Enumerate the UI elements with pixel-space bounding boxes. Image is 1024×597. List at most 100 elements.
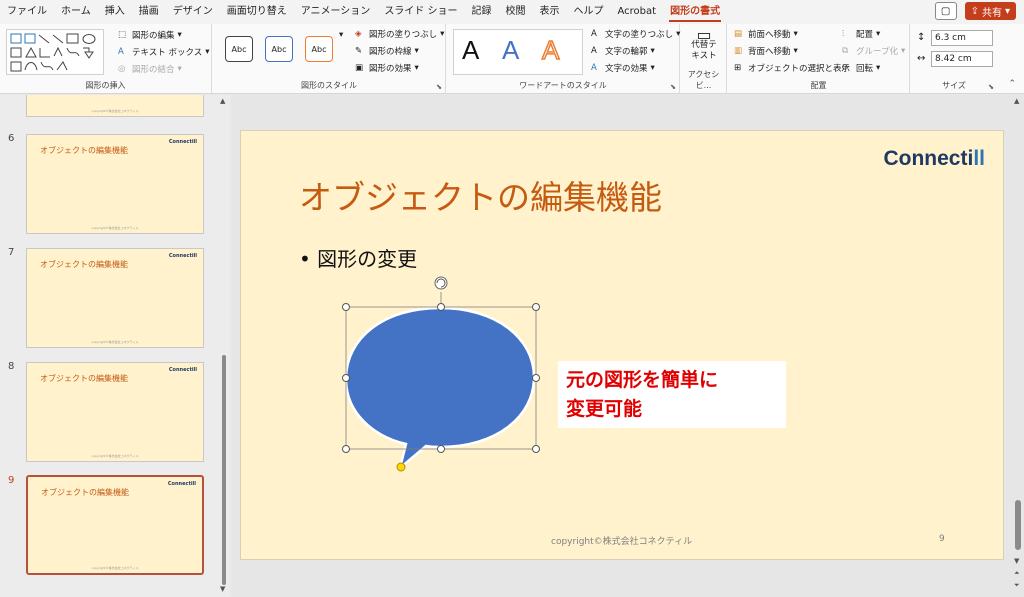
wordart-gallery[interactable]: A A A xyxy=(453,29,583,75)
bring-forward-button[interactable]: ▤ 前面へ移動 ▾ xyxy=(734,28,798,41)
wordart-style-2[interactable]: A xyxy=(502,35,519,66)
ribbon: ⬚ 図形の編集 ▾ A テキスト ボックス ▾ ◎ 図形の結合 ▾ 図形の挿入 … xyxy=(0,24,1024,94)
scrollbar-thumb[interactable] xyxy=(222,355,226,585)
text-box-label: テキスト ボックス xyxy=(132,48,203,58)
edit-shape-icon: ⬚ xyxy=(118,29,127,40)
scroll-up-icon[interactable]: ▲ xyxy=(1014,97,1019,105)
shape-gallery[interactable] xyxy=(6,29,104,75)
alt-text-button[interactable]: ▭ 代替テ キスト xyxy=(689,27,719,62)
slide-thumbnail-5[interactable]: copyright©株式会社コネクティル xyxy=(26,95,204,117)
tab-design[interactable]: デザイン xyxy=(166,0,220,24)
text-fill-label: 文字の塗りつぶし xyxy=(605,30,674,40)
merge-shapes-button[interactable]: ◎ 図形の結合 ▾ xyxy=(118,63,182,76)
align-button[interactable]: ⫶ 配置 ▾ xyxy=(842,28,881,41)
tab-view[interactable]: 表示 xyxy=(533,0,567,24)
send-backward-button[interactable]: ▥ 背面へ移動 ▾ xyxy=(734,45,798,58)
bring-forward-icon: ▤ xyxy=(734,28,743,39)
tab-animations[interactable]: アニメーション xyxy=(294,0,378,24)
wordart-style-1[interactable]: A xyxy=(462,35,479,66)
tab-file[interactable]: ファイル xyxy=(0,0,54,24)
chevron-down-icon: ▾ xyxy=(876,63,881,73)
slide-thumbnail-8[interactable]: オブジェクトの編集機能 Connectill copyright©株式会社コネク… xyxy=(26,362,204,462)
callout-text-box[interactable]: 元の図形を簡単に 変更可能 xyxy=(558,361,786,428)
width-icon: ↔ xyxy=(917,53,926,64)
group-button[interactable]: ⧉ グループ化 ▾ xyxy=(842,45,905,58)
shape-style-1[interactable]: Abc xyxy=(225,36,253,62)
tab-acrobat[interactable]: Acrobat xyxy=(611,0,664,24)
scrollbar-thumb[interactable] xyxy=(1015,500,1021,550)
tab-transitions[interactable]: 画面切り替え xyxy=(220,0,294,24)
tab-draw[interactable]: 描画 xyxy=(132,0,166,24)
thumb-footer: copyright©株式会社コネクティル xyxy=(91,109,139,113)
collapse-ribbon-icon[interactable]: ⌃ xyxy=(1008,79,1016,89)
comment-icon: ▢ xyxy=(940,5,951,17)
shape-style-2[interactable]: Abc xyxy=(265,36,293,62)
text-fill-icon: A xyxy=(591,28,597,39)
edit-shape-button[interactable]: ⬚ 図形の編集 ▾ xyxy=(118,29,182,42)
align-icon: ⫶ xyxy=(842,28,845,39)
shape-effects-label: 図形の効果 xyxy=(369,64,412,74)
prev-slide-icon[interactable]: ⏶ xyxy=(1014,569,1020,578)
selection-pane-label: オブジェクトの選択と表示 xyxy=(748,64,851,74)
speech-bubble-shape[interactable] xyxy=(336,272,556,482)
selection-pane-icon: ⊞ xyxy=(734,62,742,73)
wordart-style-3[interactable]: A xyxy=(541,34,560,66)
share-button[interactable]: ⇪ 共有 ▾ xyxy=(964,2,1016,20)
text-effects-button[interactable]: A 文字の効果 ▾ xyxy=(591,62,655,75)
shape-outline-label: 図形の枠線 xyxy=(369,47,412,57)
group-label-arrange: 配置 xyxy=(810,81,827,90)
tab-slideshow[interactable]: スライド ショー xyxy=(377,0,464,24)
selection-pane-button[interactable]: ⊞ オブジェクトの選択と表示 xyxy=(734,62,851,75)
slide-thumbnail-7[interactable]: オブジェクトの編集機能 Connectill copyright©株式会社コネク… xyxy=(26,248,204,348)
thumb-logo: Connectill xyxy=(168,367,197,373)
text-outline-label: 文字の輪郭 xyxy=(605,47,648,57)
align-label: 配置 xyxy=(856,30,874,40)
slide-thumbnail-9[interactable]: オブジェクトの編集機能 Connectill copyright©株式会社コネク… xyxy=(26,475,204,575)
width-field[interactable]: 8.42 cm xyxy=(931,51,993,67)
group-size: ↕ 6.3 cm ↔ 8.42 cm サイズ ⬊ xyxy=(911,24,997,94)
rotate-button[interactable]: ⟳ 回転 ▾ xyxy=(842,62,881,75)
company-logo: Connectill xyxy=(883,147,985,171)
thumbnail-scrollbar[interactable]: ▲ ▼ xyxy=(218,95,230,597)
rotate-handle-icon[interactable] xyxy=(434,276,448,290)
shape-effects-button[interactable]: ▣ 図形の効果 ▾ xyxy=(355,62,419,75)
dialog-launcher-icon[interactable]: ⬊ xyxy=(670,83,676,91)
shape-fill-button[interactable]: ◈ 図形の塗りつぶし ▾ xyxy=(355,28,444,41)
group-arrange: ▤ 前面へ移動 ▾ ▥ 背面へ移動 ▾ ⊞ オブジェクトの選択と表示 ⫶ 配置 … xyxy=(728,24,910,94)
tab-shape-format[interactable]: 図形の書式 xyxy=(663,0,727,24)
chevron-down-icon: ▾ xyxy=(414,63,419,73)
adjust-handle[interactable] xyxy=(396,462,406,472)
bullet-text[interactable]: • 図形の変更 xyxy=(299,243,417,272)
chevron-down-icon: ▾ xyxy=(876,29,881,39)
thumb-title: オブジェクトの編集機能 xyxy=(40,260,128,269)
alt-text-label-1: 代替テ xyxy=(691,40,717,50)
text-box-button[interactable]: A テキスト ボックス ▾ xyxy=(118,46,209,59)
scroll-down-icon[interactable]: ▼ xyxy=(1014,557,1019,565)
gallery-scroll[interactable]: ▾ xyxy=(339,30,343,40)
shape-outline-button[interactable]: ✎ 図形の枠線 ▾ xyxy=(355,45,419,58)
editor-scrollbar[interactable]: ▲ ▼ ⏶ ⏷ xyxy=(1012,95,1024,597)
next-slide-icon[interactable]: ⏷ xyxy=(1014,581,1020,590)
thumb-footer: copyright©株式会社コネクティル xyxy=(91,340,139,344)
shape-style-3[interactable]: Abc xyxy=(305,36,333,62)
chevron-down-icon: ▾ xyxy=(414,46,419,56)
tab-home[interactable]: ホーム xyxy=(54,0,98,24)
chevron-down-icon: ▾ xyxy=(676,29,681,39)
scroll-down-icon[interactable]: ▼ xyxy=(220,585,225,593)
dialog-launcher-icon[interactable]: ⬊ xyxy=(436,83,442,91)
text-outline-button[interactable]: A 文字の輪郭 ▾ xyxy=(591,45,655,58)
slide-thumbnail-6[interactable]: オブジェクトの編集機能 Connectill copyright©株式会社コネク… xyxy=(26,134,204,234)
tab-review[interactable]: 校閲 xyxy=(499,0,533,24)
scroll-up-icon[interactable]: ▲ xyxy=(220,97,225,105)
tab-record[interactable]: 記録 xyxy=(465,0,499,24)
dialog-launcher-icon[interactable]: ⬊ xyxy=(988,83,994,91)
tab-help[interactable]: ヘルプ xyxy=(567,0,611,24)
share-icon: ⇪ xyxy=(970,5,979,17)
text-fill-button[interactable]: A 文字の塗りつぶし ▾ xyxy=(591,28,681,41)
height-field[interactable]: 6.3 cm xyxy=(931,30,993,46)
comment-button[interactable]: ▢ xyxy=(934,2,957,20)
thumb-title: オブジェクトの編集機能 xyxy=(40,146,128,155)
slide-title[interactable]: オブジェクトの編集機能 xyxy=(299,171,662,219)
slide-number: 7 xyxy=(8,247,15,258)
tab-insert[interactable]: 挿入 xyxy=(98,0,132,24)
